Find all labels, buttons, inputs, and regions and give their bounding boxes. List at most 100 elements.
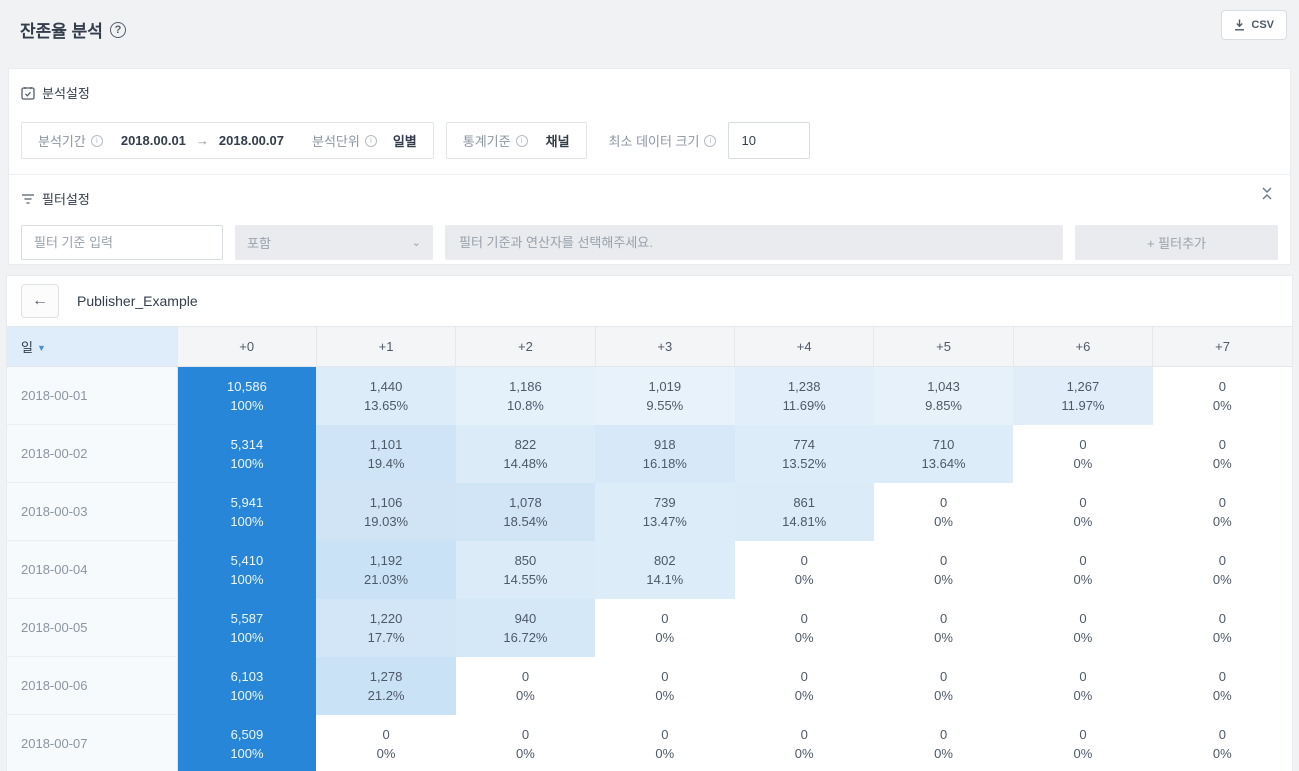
table-row: 2018-00-02 5,314 100% 1,101 19.4% 822 14.48% 91…	[7, 424, 1292, 483]
day-column-header[interactable]: 일 ▼	[7, 326, 177, 367]
cohort-date-cell: 2018-00-07	[7, 714, 178, 771]
retention-cell: 0 0%	[595, 714, 735, 771]
info-icon: i	[515, 134, 528, 147]
retention-cell: 940 16.72%	[455, 598, 596, 657]
retention-cell: 0 0%	[455, 714, 596, 771]
help-icon[interactable]: ?	[109, 21, 126, 38]
filter-criteria-input[interactable]	[21, 225, 223, 260]
period-end-value[interactable]: 2018.00.07	[219, 133, 284, 148]
table-row: 2018-00-01 10,586 100% 1,440 13.65% 1,186 10.8…	[7, 366, 1292, 425]
stat-basis-label: 통계기준 i	[463, 131, 528, 150]
retention-cell: 822 14.48%	[455, 424, 596, 483]
csv-button-label: CSV	[1251, 19, 1274, 31]
retention-cell: 0 0%	[1013, 714, 1153, 771]
retention-table: 일 ▼ +0 +1 +2 +3 +4 +5 +6 +7 2018-00-01 10,586 100%…	[7, 326, 1292, 771]
retention-cell: 1,078 18.54%	[455, 482, 596, 541]
retention-cell: 0 0%	[873, 540, 1014, 599]
filter-value-input[interactable]	[445, 225, 1063, 260]
retention-cell: 0 0%	[1152, 656, 1292, 715]
retention-cell: 739 13.47%	[595, 482, 735, 541]
retention-cell: 710 13.64%	[873, 424, 1014, 483]
cohort-date-cell: 2018-00-02	[7, 424, 178, 483]
retention-cell: 861 14.81%	[734, 482, 874, 541]
retention-cell: 0 0%	[873, 714, 1014, 771]
table-header-row: 일 ▼ +0 +1 +2 +3 +4 +5 +6 +7	[7, 326, 1292, 367]
retention-cell: 0 0%	[1013, 656, 1153, 715]
calendar-check-icon	[21, 86, 35, 100]
offset-column-header: +2	[455, 326, 596, 367]
unit-label: 분석단위 i	[312, 131, 377, 150]
offset-column-header: +7	[1152, 326, 1292, 367]
retention-cell: 6,509 100%	[177, 714, 317, 771]
min-data-size-input[interactable]	[728, 122, 811, 159]
offset-column-header: +5	[873, 326, 1014, 367]
offset-column-header: +1	[315, 326, 456, 367]
retention-cell: 0 0%	[734, 540, 874, 599]
retention-cell: 0 0%	[873, 656, 1014, 715]
retention-cell: 1,186 10.8%	[455, 366, 596, 425]
settings-row: 분석기간 i 2018.00.01 → 2018.00.07 분석단위 i 일별…	[21, 122, 1278, 159]
table-row: 2018-00-04 5,410 100% 1,192 21.03% 850 14.55% 8…	[7, 540, 1292, 599]
cohort-date-cell: 2018-00-04	[7, 540, 178, 599]
offset-column-header: +0	[176, 326, 317, 367]
retention-cell: 0 0%	[455, 656, 596, 715]
stat-basis-box[interactable]: 통계기준 i 채널	[445, 122, 587, 159]
retention-cell: 1,019 9.55%	[595, 366, 735, 425]
retention-cell: 0 0%	[1013, 540, 1153, 599]
unit-value[interactable]: 일별	[393, 131, 417, 150]
retention-cell: 918 16.18%	[595, 424, 735, 483]
retention-cell: 0 0%	[316, 714, 456, 771]
filter-operator-value: 포함	[247, 236, 271, 251]
retention-cell: 0 0%	[734, 598, 874, 657]
cohort-date-cell: 2018-00-03	[7, 482, 178, 541]
settings-card: 분석설정 분석기간 i 2018.00.01 → 2018.00.07 분석단위…	[8, 68, 1291, 265]
stat-basis-value[interactable]: 채널	[546, 131, 570, 150]
analysis-settings-title: 분석설정	[42, 86, 90, 101]
analysis-period-box[interactable]: 분석기간 i 2018.00.01 → 2018.00.07 분석단위 i 일별	[21, 122, 434, 159]
info-icon: i	[704, 134, 717, 147]
retention-cell: 0 0%	[1013, 598, 1153, 657]
table-row: 2018-00-06 6,103 100% 1,278 21.2% 0 0% 0 0% 0 0% 0 0…	[7, 656, 1292, 715]
filter-row: 포함 ⌄ + 필터추가	[21, 225, 1278, 260]
group-title: Publisher_Example	[77, 293, 198, 309]
retention-cell: 0 0%	[873, 598, 1014, 657]
back-arrow-icon: ←	[32, 292, 48, 309]
cohort-date-cell: 2018-00-06	[7, 656, 178, 715]
page-title: 잔존율 분석 ?	[20, 17, 126, 42]
table-row: 2018-00-03 5,941 100% 1,106 19.03% 1,078 18.54…	[7, 482, 1292, 541]
retention-cell: 1,101 19.4%	[316, 424, 456, 483]
retention-cell: 1,220 17.7%	[316, 598, 456, 657]
retention-cell: 6,103 100%	[177, 656, 317, 715]
retention-cell: 0 0%	[1152, 714, 1292, 771]
retention-table-body: 2018-00-01 10,586 100% 1,440 13.65% 1,186 10.8…	[7, 366, 1292, 771]
retention-cell: 802 14.1%	[595, 540, 735, 599]
retention-cell: 0 0%	[595, 656, 735, 715]
retention-cell: 1,278 21.2%	[316, 656, 456, 715]
retention-cell: 0 0%	[1152, 482, 1292, 541]
page-title-text: 잔존율 분석	[20, 22, 103, 41]
filter-operator-select[interactable]: 포함 ⌄	[235, 225, 433, 260]
retention-cell: 0 0%	[1013, 424, 1153, 483]
retention-cell: 0 0%	[1152, 540, 1292, 599]
info-icon: i	[364, 134, 377, 147]
retention-cell: 0 0%	[734, 714, 874, 771]
retention-cell: 1,440 13.65%	[316, 366, 456, 425]
cohort-date-cell: 2018-00-05	[7, 598, 178, 657]
retention-cell: 850 14.55%	[455, 540, 596, 599]
retention-cell: 1,106 19.03%	[316, 482, 456, 541]
retention-cell: 5,941 100%	[177, 482, 317, 541]
table-row: 2018-00-07 6,509 100% 0 0% 0 0% 0 0% 0 0% 0 0% 0 0% 0 0%	[7, 714, 1292, 771]
retention-cell: 5,587 100%	[177, 598, 317, 657]
chevron-down-icon: ⌄	[411, 237, 421, 249]
retention-cell: 0 0%	[1152, 598, 1292, 657]
info-icon: i	[90, 134, 103, 147]
top-bar: 잔존율 분석 ? CSV	[0, 0, 1299, 68]
offset-column-header: +3	[594, 326, 735, 367]
collapse-icon[interactable]	[1262, 187, 1272, 200]
csv-export-button[interactable]: CSV	[1221, 10, 1287, 40]
period-start-value[interactable]: 2018.00.01	[121, 133, 186, 148]
retention-cell: 5,410 100%	[177, 540, 317, 599]
back-button[interactable]: ←	[21, 284, 59, 318]
add-filter-button[interactable]: + 필터추가	[1075, 225, 1278, 260]
retention-cell: 0 0%	[1152, 366, 1292, 425]
